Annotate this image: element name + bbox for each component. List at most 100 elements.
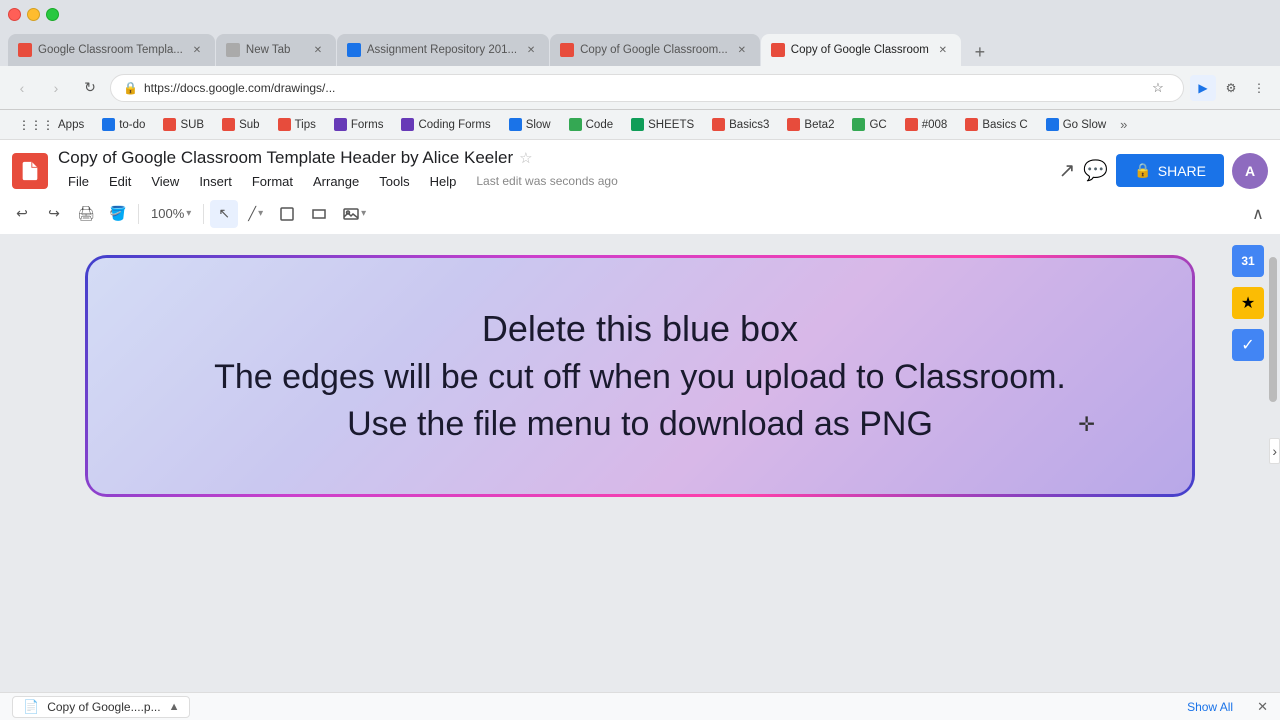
bookmark-gc[interactable]: GC — [844, 115, 894, 134]
banner-line2: The edges will be cut off when you uploa… — [168, 358, 1112, 397]
title-bar — [0, 0, 1280, 28]
menu-view[interactable]: View — [141, 170, 189, 193]
docs-title-area: Copy of Google Classroom Template Header… — [58, 148, 1049, 193]
forward-button[interactable]: › — [42, 74, 70, 102]
bookmark-slow[interactable]: Slow — [501, 115, 559, 134]
bookmark-goslow[interactable]: Go Slow — [1038, 115, 1114, 134]
bottom-download-bar: 📄 Copy of Google....p... ▲ Show All ✕ — [0, 692, 1280, 720]
bookmark-star-icon[interactable]: ☆ — [1145, 75, 1171, 101]
share-button[interactable]: 🔒 SHARE — [1116, 154, 1224, 187]
close-download-button[interactable]: ✕ — [1257, 699, 1268, 715]
bookmark-todo[interactable]: to-do — [94, 115, 153, 134]
zoom-select[interactable]: 100% ▾ — [145, 204, 197, 223]
trending-icon[interactable]: ↗ — [1059, 158, 1076, 183]
tab2-label: New Tab — [246, 44, 304, 56]
close-window-btn[interactable] — [8, 8, 21, 21]
undo-button[interactable]: ↩ — [8, 200, 36, 228]
tasks-panel-icon[interactable]: ✓ — [1232, 329, 1264, 361]
download-file-icon: 📄 — [23, 699, 39, 715]
bookmark-sub2[interactable]: Sub — [214, 115, 267, 134]
tab2-favicon — [226, 43, 240, 57]
browser-tab-4[interactable]: Copy of Google Classroom... ✕ — [550, 34, 760, 66]
bookmark-basicsc[interactable]: Basics C — [957, 115, 1035, 134]
browser-tab-1[interactable]: Google Classroom Templa... ✕ — [8, 34, 215, 66]
bookmark-code[interactable]: Code — [561, 115, 622, 134]
ext-icon-3[interactable]: ⋮ — [1246, 75, 1272, 101]
back-button[interactable]: ‹ — [8, 74, 36, 102]
bookmark-apps[interactable]: ⋮⋮⋮ Apps — [10, 115, 92, 135]
docs-toolbar: ↩ ↪ 🖨 🪣 100% ▾ ↖ ╱ ▾ ▾ ∧ — [0, 193, 1280, 235]
bookmark-basics3[interactable]: Basics3 — [704, 115, 777, 134]
image-tool-button[interactable]: ▾ — [337, 204, 372, 224]
crosshair-cursor: ✛ — [1078, 412, 1095, 437]
text-tool-button[interactable] — [305, 200, 333, 228]
banner[interactable]: Delete this blue box The edges will be c… — [88, 258, 1192, 494]
bookmark-forms[interactable]: Forms — [326, 115, 392, 134]
tab1-close[interactable]: ✕ — [189, 42, 205, 58]
menu-format[interactable]: Format — [242, 170, 303, 193]
bookmark-tips[interactable]: Tips — [270, 115, 324, 134]
docs-logo — [12, 153, 48, 189]
address-input[interactable]: 🔒 https://docs.google.com/drawings/... ☆ — [110, 74, 1184, 102]
collapse-toolbar-button[interactable]: ∧ — [1244, 200, 1272, 228]
tab5-favicon — [771, 43, 785, 57]
tab4-close[interactable]: ✕ — [734, 42, 750, 58]
paint-format-button[interactable]: 🪣 — [104, 200, 132, 228]
browser-tab-2[interactable]: New Tab ✕ — [216, 34, 336, 66]
star-icon[interactable]: ☆ — [519, 149, 532, 167]
redo-button[interactable]: ↪ — [40, 200, 68, 228]
menu-edit[interactable]: Edit — [99, 170, 141, 193]
select-tool-button[interactable]: ↖ — [210, 200, 238, 228]
vertical-scrollbar[interactable] — [1266, 235, 1280, 692]
download-filename: Copy of Google....p... — [47, 700, 160, 714]
scrollbar-track — [1269, 239, 1277, 601]
toolbar-sep-1 — [138, 204, 139, 224]
minimize-window-btn[interactable] — [27, 8, 40, 21]
canvas-area: Delete this blue box The edges will be c… — [0, 235, 1280, 692]
bookmark-sub1[interactable]: SUB — [155, 115, 212, 134]
docs-menu-bar: File Edit View Insert Format Arrange Too… — [58, 170, 1049, 193]
docs-title-row: Copy of Google Classroom Template Header… — [58, 148, 1049, 168]
menu-help[interactable]: Help — [420, 170, 467, 193]
bookmark-008[interactable]: #008 — [897, 115, 956, 134]
menu-arrange[interactable]: Arrange — [303, 170, 369, 193]
image-chevron-icon: ▾ — [361, 208, 366, 219]
bookmark-beta2[interactable]: Beta2 — [779, 115, 842, 134]
menu-tools[interactable]: Tools — [369, 170, 419, 193]
drawing-canvas[interactable]: Delete this blue box The edges will be c… — [65, 255, 1215, 497]
tab2-close[interactable]: ✕ — [310, 42, 326, 58]
bookmark-coding-forms[interactable]: Coding Forms — [393, 115, 498, 134]
keep-panel-icon[interactable]: ★ — [1232, 287, 1264, 319]
bookmarks-more-icon[interactable]: » — [1116, 114, 1131, 135]
download-chevron-icon[interactable]: ▲ — [169, 701, 180, 713]
tab3-favicon — [347, 43, 361, 57]
tab1-label: Google Classroom Templa... — [38, 44, 183, 56]
user-avatar[interactable]: A — [1232, 153, 1268, 189]
browser-tab-3[interactable]: Assignment Repository 201... ✕ — [337, 34, 549, 66]
toolbar-sep-2 — [203, 204, 204, 224]
maximize-window-btn[interactable] — [46, 8, 59, 21]
address-icons: ☆ — [1145, 75, 1171, 101]
expand-panel-button[interactable]: › — [1269, 438, 1280, 464]
banner-line1: Delete this blue box — [168, 308, 1112, 350]
bookmark-sheets[interactable]: SHEETS — [623, 115, 702, 134]
tab4-favicon — [560, 43, 574, 57]
reload-button[interactable]: ↻ — [76, 74, 104, 102]
tab3-close[interactable]: ✕ — [523, 42, 539, 58]
menu-file[interactable]: File — [58, 170, 99, 193]
menu-insert[interactable]: Insert — [189, 170, 242, 193]
ext-icon-2[interactable]: ⚙ — [1218, 75, 1244, 101]
tab5-close[interactable]: ✕ — [935, 42, 951, 58]
ext-icon-1[interactable]: ▶ — [1190, 75, 1216, 101]
new-tab-button[interactable]: + — [966, 38, 994, 66]
docs-header-right: ↗ 💬 🔒 SHARE A — [1059, 153, 1268, 189]
shape-tool-button[interactable] — [273, 200, 301, 228]
download-item: 📄 Copy of Google....p... ▲ — [12, 696, 190, 718]
scrollbar-thumb[interactable] — [1269, 257, 1277, 402]
browser-tab-5[interactable]: Copy of Google Classroom ✕ — [761, 34, 961, 66]
line-tool-button[interactable]: ╱ ▾ — [242, 204, 269, 224]
print-button[interactable]: 🖨 — [72, 200, 100, 228]
show-all-button[interactable]: Show All — [1179, 698, 1241, 716]
calendar-panel-icon[interactable]: 31 — [1232, 245, 1264, 277]
comment-icon[interactable]: 💬 — [1083, 158, 1108, 183]
